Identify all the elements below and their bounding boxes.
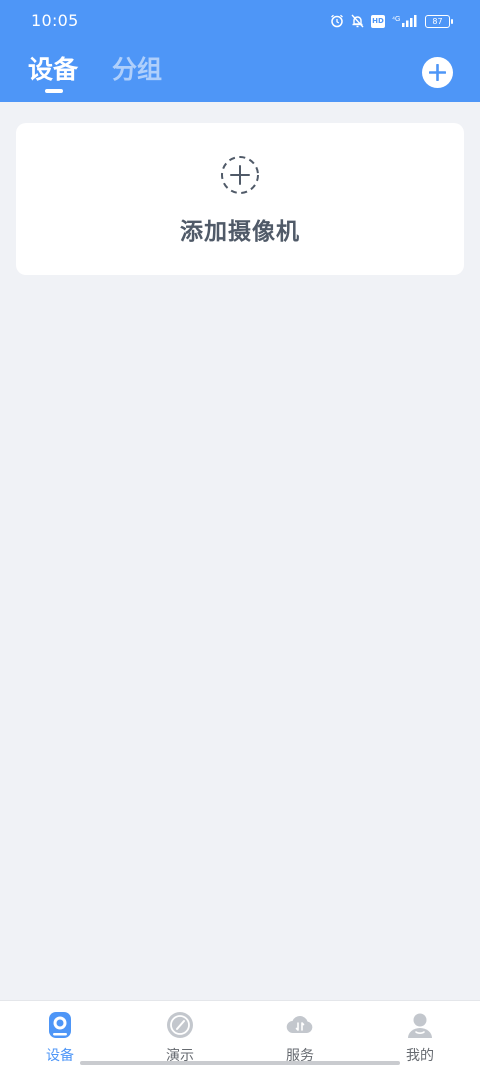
add-device-button[interactable] bbox=[422, 57, 453, 88]
tab-active-indicator bbox=[45, 89, 63, 93]
add-camera-label: 添加摄像机 bbox=[180, 219, 300, 245]
battery-level: 87 bbox=[432, 16, 443, 26]
svg-text:⁴G: ⁴G bbox=[392, 16, 400, 23]
signal-icon: ⁴G bbox=[392, 15, 417, 27]
nav-item-services[interactable]: 服务 bbox=[240, 1011, 360, 1065]
nav-item-devices[interactable]: 设备 bbox=[0, 1011, 120, 1065]
cloud-icon bbox=[286, 1016, 313, 1034]
user-icon bbox=[408, 1013, 432, 1038]
bottom-nav: 设备 演示 服务 我的 bbox=[0, 1000, 480, 1067]
status-bar: 10:05 HD ⁴G 87 bbox=[0, 0, 480, 40]
tab-devices-label: 设备 bbox=[28, 55, 79, 84]
nav-label-devices: 设备 bbox=[46, 1048, 74, 1064]
home-indicator[interactable] bbox=[80, 1061, 400, 1065]
camera-icon bbox=[49, 1012, 71, 1038]
plus-circle-icon bbox=[429, 64, 446, 81]
nav-item-demo[interactable]: 演示 bbox=[120, 1011, 240, 1065]
add-camera-card[interactable]: 添加摄像机 bbox=[16, 123, 464, 275]
nav-label-mine: 我的 bbox=[406, 1048, 434, 1064]
tab-groups[interactable]: 分组 bbox=[112, 50, 162, 86]
demo-icon bbox=[167, 1012, 193, 1038]
mute-bell-icon bbox=[351, 14, 364, 28]
alarm-icon bbox=[331, 14, 343, 28]
battery-icon: 87 bbox=[425, 14, 453, 28]
header-tabs: 设备 分组 bbox=[28, 50, 162, 93]
status-icons: HD ⁴G 87 bbox=[330, 12, 453, 30]
status-time: 10:05 bbox=[31, 11, 79, 30]
tab-groups-label: 分组 bbox=[112, 55, 163, 84]
header: 10:05 HD ⁴G 87 设备 分组 bbox=[0, 0, 480, 102]
dashed-plus-icon bbox=[221, 156, 259, 194]
screen: 10:05 HD ⁴G 87 设备 分组 添加摄像机 设备 演示 服务 我的 bbox=[0, 0, 480, 1067]
tab-devices[interactable]: 设备 bbox=[28, 50, 79, 93]
hd-icon: HD bbox=[371, 14, 385, 28]
nav-item-mine[interactable]: 我的 bbox=[360, 1011, 480, 1065]
